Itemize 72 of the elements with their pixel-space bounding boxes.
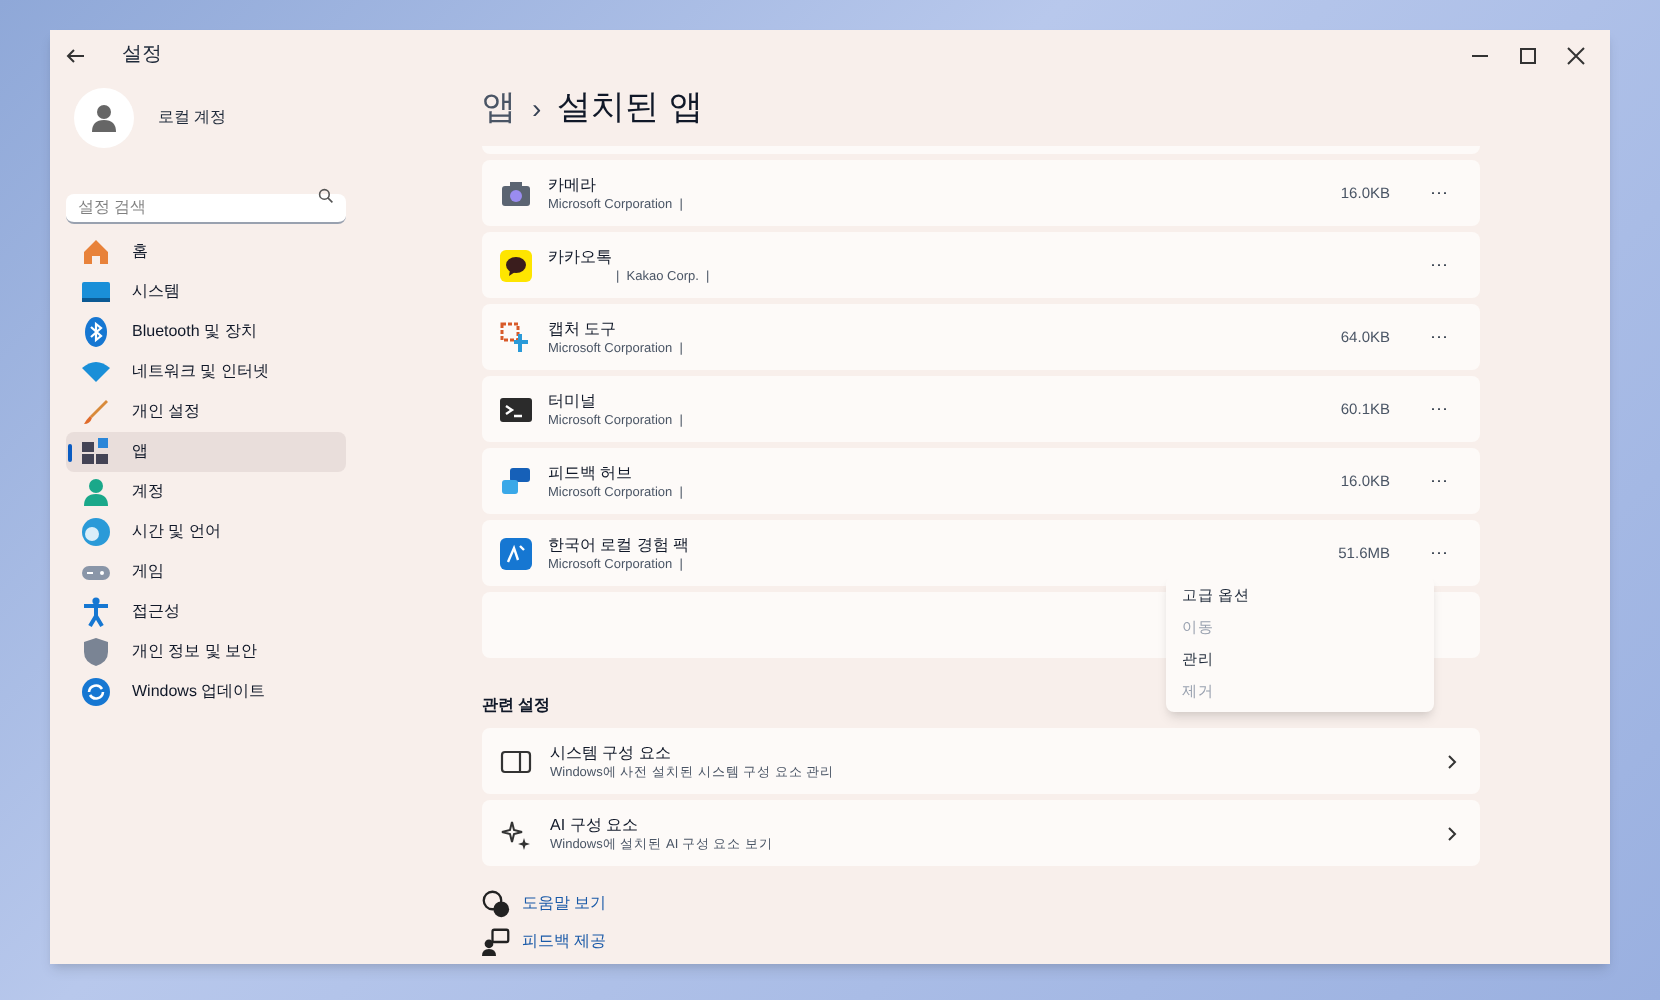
search-icon bbox=[318, 188, 334, 204]
app-name: 한국어 로컬 경험 팩 bbox=[548, 533, 690, 555]
app-name: 터미널 bbox=[548, 389, 598, 411]
apps-icon bbox=[80, 436, 112, 468]
more-options-button[interactable]: ··· bbox=[1422, 256, 1456, 274]
sidebar-item[interactable]: 앱 bbox=[66, 432, 346, 472]
sidebar-item[interactable]: Bluetooth 및 장치 bbox=[66, 312, 346, 352]
sidebar-label: 앱 bbox=[132, 440, 148, 464]
sidebar-item[interactable]: 계정 bbox=[66, 472, 346, 512]
account-name: 로컬 계정 bbox=[158, 106, 227, 130]
person-silhouette-icon bbox=[88, 102, 120, 134]
sidebar-label: 계정 bbox=[132, 480, 164, 504]
help-link[interactable]: 도움말 보기 bbox=[522, 892, 607, 916]
app-name: 캡처 도구 bbox=[548, 317, 619, 339]
sidebar-label: Bluetooth 및 장치 bbox=[132, 320, 257, 344]
more-options-button[interactable]: ··· bbox=[1422, 544, 1456, 562]
sidebar-label: 게임 bbox=[132, 560, 164, 584]
chat-icon bbox=[500, 465, 532, 497]
sidebar-item[interactable]: 홈 bbox=[66, 232, 346, 272]
sidebar-item[interactable]: 개인 설정 bbox=[66, 392, 346, 432]
setting-title: AI 구성 요소 bbox=[550, 813, 641, 835]
close-icon[interactable] bbox=[1566, 45, 1586, 65]
app-name: 카메라 bbox=[548, 173, 598, 195]
page-title: 설치된 앱 bbox=[557, 86, 703, 131]
home-icon bbox=[80, 236, 112, 268]
sidebar-label: 네트워크 및 인터넷 bbox=[132, 360, 269, 384]
selection-indicator bbox=[68, 443, 72, 461]
sidebar-item[interactable]: Windows 업데이트 bbox=[66, 672, 346, 712]
sidebar-item[interactable]: 네트워크 및 인터넷 bbox=[66, 352, 346, 392]
more-options-button[interactable]: ··· bbox=[1422, 328, 1456, 346]
chevron-right-icon bbox=[1444, 753, 1460, 769]
monitor-icon bbox=[80, 276, 112, 308]
person-icon bbox=[80, 476, 112, 508]
maximize-icon[interactable] bbox=[1518, 45, 1538, 65]
sidebar-label: 홈 bbox=[132, 240, 148, 264]
bluetooth-icon bbox=[80, 316, 112, 348]
speech-bubble-icon bbox=[500, 249, 532, 281]
sparkle-icon bbox=[500, 817, 532, 849]
sidebar-label: Windows 업데이트 bbox=[132, 680, 266, 704]
sidebar-item[interactable]: 접근성 bbox=[66, 592, 346, 632]
search-field[interactable]: 설정 검색 bbox=[66, 193, 346, 223]
sidebar-item[interactable]: 게임 bbox=[66, 552, 346, 592]
app-name: 피드백 허브 bbox=[548, 461, 635, 483]
sidebar-label: 개인 정보 및 보안 bbox=[132, 640, 258, 664]
breadcrumb-separator: › bbox=[532, 89, 542, 127]
breadcrumb-link[interactable]: 앱 bbox=[482, 82, 516, 134]
sidebar-label: 접근성 bbox=[132, 600, 180, 624]
window-icon bbox=[500, 745, 532, 777]
sidebar-label: 시스템 bbox=[132, 280, 180, 304]
help-link[interactable]: 피드백 제공 bbox=[522, 930, 607, 954]
sync-icon bbox=[80, 676, 112, 708]
feedback-icon bbox=[482, 928, 510, 956]
sidebar-item[interactable]: 개인 정보 및 보안 bbox=[66, 632, 346, 672]
back-arrow-icon bbox=[66, 45, 86, 65]
sidebar-item[interactable]: 시간 및 언어 bbox=[66, 512, 346, 552]
window-title: 설정 bbox=[122, 42, 162, 70]
terminal-icon bbox=[500, 393, 532, 425]
more-options-button[interactable]: ··· bbox=[1422, 472, 1456, 490]
sidebar-item[interactable]: 시스템 bbox=[66, 272, 346, 312]
section-heading: 관련 설정 bbox=[482, 694, 553, 718]
wifi-icon bbox=[80, 356, 112, 388]
accessibility-icon bbox=[80, 596, 112, 628]
brush-icon bbox=[80, 396, 112, 428]
app-name: 카카오톡 bbox=[548, 245, 614, 267]
setting-title: 시스템 구성 요소 bbox=[550, 741, 673, 763]
shield-icon bbox=[80, 636, 112, 668]
chevron-right-icon bbox=[1444, 825, 1460, 841]
sidebar-label: 개인 설정 bbox=[132, 400, 201, 424]
sidebar-label: 시간 및 언어 bbox=[132, 520, 221, 544]
camera-icon bbox=[500, 177, 532, 209]
more-options-button[interactable]: ··· bbox=[1422, 400, 1456, 418]
more-options-button[interactable]: ··· bbox=[1422, 184, 1456, 202]
